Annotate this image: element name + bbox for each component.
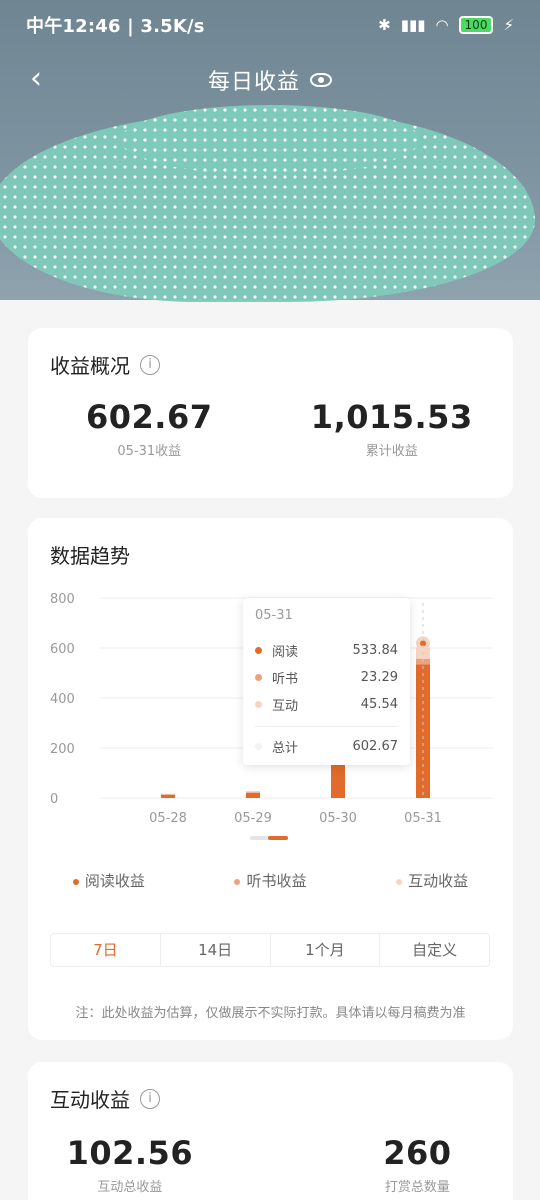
reward-count-stat: 260 打赏总数量 [232,1134,513,1195]
y-tick-label: 400 [50,692,75,707]
scroll-thumb[interactable] [268,836,288,840]
tooltip-date: 05-31 [255,608,293,623]
wifi-icon: ◠ [435,16,449,34]
today-value: 602.67 [86,398,213,436]
range-tabs: 7日 14日 1个月 自定义 [50,933,490,967]
tooltip-value: 23.29 [360,670,398,685]
tooltip-dot [255,647,262,654]
legend-label: 阅读收益 [84,872,145,890]
tooltip-row-audio: 听书 23.29 [255,664,398,691]
bar-segment[interactable] [161,794,175,796]
bar-segment[interactable] [161,793,175,795]
reward-count-value: 260 [383,1134,452,1172]
tab-1-month[interactable]: 1个月 [271,934,381,966]
tab-7-days[interactable]: 7日 [51,934,161,966]
bar-segment[interactable] [246,791,260,793]
tooltip-total-value: 602.67 [352,739,399,754]
interaction-total-value: 102.56 [66,1134,194,1172]
redacted-area-top [120,105,420,175]
disclaimer-note: 注：此处收益为估算，仅做展示不实际打款。具体请以每月稿费为准 [75,1006,466,1021]
y-tick-label: 600 [50,642,75,657]
nav-bar: ‹ 每日收益 [0,50,540,110]
legend-dot [72,878,79,885]
bluetooth-icon: ✱ [378,16,391,34]
tooltip-divider [255,726,398,727]
x-tick-label: 05-30 [319,811,357,826]
tooltip-value: 533.84 [352,643,399,658]
tooltip-row-interaction: 互动 45.54 [255,691,398,718]
tooltip-total-label: 总计 [272,741,299,756]
interaction-total-label: 互动总收益 [97,1180,163,1195]
total-stat: 1,015.53 累计收益 [271,398,514,459]
chart-legend: 阅读收益 听书收益 互动收益 [28,870,513,891]
interaction-title: 互动收益 i [50,1084,160,1113]
overview-title: 收益概况 i [50,350,160,379]
tooltip-dot [255,743,262,750]
y-tick-label: 200 [50,742,75,757]
trend-title: 数据趋势 [50,544,130,568]
legend-item-audio[interactable]: 听书收益 [234,870,306,891]
y-tick-label: 0 [50,792,58,807]
back-icon[interactable]: ‹ [30,64,60,94]
chart-tooltip: 05-31 阅读 533.84 听书 23.29 互动 45.54 总计 602… [243,598,410,765]
charging-icon: ⚡ [503,16,514,34]
overview-title-text: 收益概况 [50,354,130,378]
interaction-stats: 102.56 互动总收益 260 打赏总数量 [28,1134,513,1195]
legend-item-reading[interactable]: 阅读收益 [72,870,145,891]
tooltip-value: 45.54 [360,697,398,712]
today-stat: 602.67 05-31收益 [28,398,271,459]
overview-stats: 602.67 05-31收益 1,015.53 累计收益 [28,398,513,459]
y-tick-label: 800 [50,592,75,607]
info-icon[interactable]: i [140,1088,160,1109]
legend-label: 听书收益 [246,872,307,890]
interaction-total-stat: 102.56 互动总收益 [28,1134,232,1195]
bar-segment[interactable] [246,793,260,798]
tooltip-label: 互动 [272,699,299,714]
tooltip-row-total: 总计 602.67 [255,733,398,760]
status-icons: ✱ ▮▮▮ ◠ 100 ⚡ [378,16,514,34]
bar-segment[interactable] [246,792,260,793]
tab-14-days[interactable]: 14日 [161,934,271,966]
status-time: 中午12:46 | 3.5K/s [26,16,205,37]
interaction-card: 互动收益 i 102.56 互动总收益 260 打赏总数量 [28,1062,513,1200]
trend-card: 数据趋势 800 600 400 200 0 05-28 05-29 05-30 05-31 0… [28,518,513,1040]
x-tick-label: 05-28 [149,811,187,826]
tooltip-label: 听书 [272,672,299,687]
status-bar: 中午12:46 | 3.5K/s ✱ ▮▮▮ ◠ 100 ⚡ [0,0,540,50]
interaction-title-text: 互动收益 [50,1088,130,1112]
legend-dot [234,878,241,885]
signal-icon: ▮▮▮ [400,16,426,34]
eye-icon[interactable] [310,73,332,87]
x-tick-label: 05-29 [234,811,272,826]
total-label: 累计收益 [365,444,418,459]
total-value: 1,015.53 [310,398,473,436]
legend-item-interaction[interactable]: 互动收益 [396,870,468,891]
x-tick-label: 05-31 [404,811,442,826]
tooltip-dot [255,674,262,681]
page-title: 每日收益 [207,70,300,95]
overview-card: 收益概况 i 602.67 05-31收益 1,015.53 累计收益 [28,328,513,498]
reward-count-label: 打赏总数量 [384,1180,450,1195]
bar-segment[interactable] [331,760,345,799]
today-label: 05-31收益 [117,444,182,459]
legend-dot [396,878,403,885]
legend-label: 互动收益 [408,872,469,890]
bar-segment[interactable] [161,795,175,798]
battery-icon: 100 [458,16,494,34]
tab-custom[interactable]: 自定义 [380,934,489,966]
tooltip-dot [255,701,262,708]
tooltip-row-reading: 阅读 533.84 [255,637,398,664]
info-icon[interactable]: i [140,354,160,375]
tooltip-label: 阅读 [272,645,299,660]
